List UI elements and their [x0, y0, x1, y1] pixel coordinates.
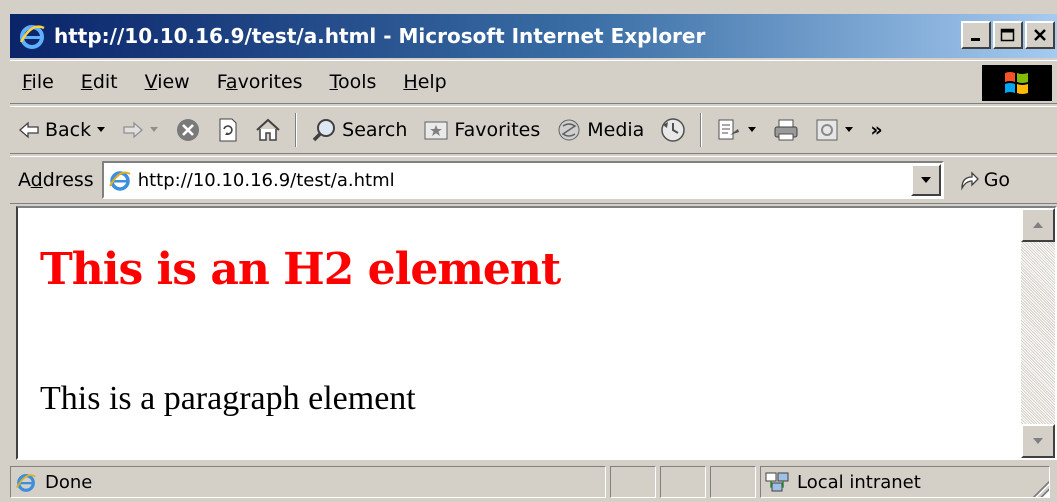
refresh-icon: [219, 118, 237, 142]
standard-toolbar: Back Search Favorites Media »: [10, 106, 1057, 154]
edit-page-icon: [816, 119, 838, 141]
status-bar: Done Local intranet: [10, 464, 1057, 500]
minimize-button[interactable]: [961, 21, 991, 49]
browser-window: http://10.10.16.9/test/a.html - Microsof…: [0, 0, 1057, 502]
forward-button[interactable]: [114, 121, 167, 139]
menu-help[interactable]: Help: [391, 71, 461, 93]
printer-icon: [774, 119, 798, 141]
scroll-up-arrow-icon: [1033, 222, 1043, 228]
status-text: Done: [45, 471, 93, 493]
scroll-down-arrow-icon: [1033, 438, 1043, 444]
close-button[interactable]: [1025, 21, 1055, 49]
menu-view[interactable]: View: [133, 71, 205, 93]
toolbar-overflow-button[interactable]: »: [862, 119, 890, 141]
close-icon: [1034, 29, 1046, 41]
dropdown-arrow-icon[interactable]: [844, 126, 854, 134]
go-arrow-icon: [961, 171, 979, 191]
dropdown-arrow-icon[interactable]: [96, 126, 106, 134]
toolbar-separator: [700, 113, 703, 147]
history-button[interactable]: [652, 117, 694, 143]
title-bar[interactable]: http://10.10.16.9/test/a.html - Microsof…: [10, 14, 1057, 58]
go-button[interactable]: Go: [958, 169, 1010, 191]
favorites-folder-icon: [424, 121, 448, 140]
status-pane: [610, 466, 656, 498]
forward-arrow-icon: [123, 121, 144, 139]
toolbar-separator: [295, 113, 298, 147]
home-icon: [256, 118, 280, 141]
ie-logo-icon: [18, 22, 46, 50]
resize-grip[interactable]: [1031, 479, 1049, 497]
address-input[interactable]: http://10.10.16.9/test/a.html: [101, 161, 944, 199]
back-arrow-icon: [19, 121, 39, 139]
address-label: Address: [18, 169, 94, 191]
status-main-pane: Done: [10, 466, 606, 498]
menu-tools[interactable]: Tools: [318, 71, 392, 93]
minimize-icon: [971, 38, 980, 41]
zone-label: Local intranet: [797, 471, 921, 493]
page-paragraph: This is a paragraph element: [40, 380, 416, 417]
maximize-icon: [1000, 28, 1015, 42]
print-button[interactable]: [765, 118, 807, 142]
dropdown-arrow-icon[interactable]: [149, 126, 159, 134]
page-ie-icon: [108, 168, 132, 192]
scroll-up-button[interactable]: [1021, 208, 1055, 242]
back-button[interactable]: Back: [10, 119, 114, 141]
scroll-down-button[interactable]: [1021, 424, 1055, 458]
intranet-zone-icon: [765, 472, 789, 492]
security-zone-pane[interactable]: Local intranet: [760, 466, 1050, 498]
status-pane: [710, 466, 756, 498]
search-button[interactable]: Search: [303, 117, 415, 143]
media-icon: [558, 119, 580, 141]
page-heading: This is an H2 element: [40, 244, 561, 295]
dropdown-arrow-icon: [920, 177, 931, 183]
dropdown-arrow-icon[interactable]: [747, 126, 757, 134]
address-dropdown-button[interactable]: [910, 164, 941, 196]
page-viewport: This is an H2 element This is a paragrap…: [16, 206, 1057, 460]
media-button[interactable]: Media: [548, 117, 652, 143]
menu-file[interactable]: File: [10, 71, 69, 93]
ie-page-icon: [16, 473, 36, 492]
menu-edit[interactable]: Edit: [69, 71, 133, 93]
menu-favorites[interactable]: Favorites: [205, 71, 318, 93]
status-pane: [660, 466, 706, 498]
refresh-button[interactable]: [209, 117, 247, 143]
history-icon: [661, 118, 686, 142]
search-icon: [312, 119, 336, 142]
address-bar: Address http://10.10.16.9/test/a.html Go: [10, 156, 1057, 204]
mail-button[interactable]: [708, 117, 765, 143]
vertical-scrollbar[interactable]: [1021, 208, 1055, 458]
window-title: http://10.10.16.9/test/a.html - Microsof…: [54, 24, 706, 48]
maximize-button[interactable]: [993, 21, 1023, 49]
favorites-button[interactable]: Favorites: [415, 118, 548, 142]
address-url: http://10.10.16.9/test/a.html: [137, 169, 395, 191]
mail-icon: [718, 119, 740, 140]
home-button[interactable]: [247, 118, 289, 142]
edit-button[interactable]: [807, 118, 862, 142]
menu-bar: File Edit View Favorites Tools Help: [10, 60, 1057, 104]
windows-logo-icon: [982, 65, 1052, 101]
page-content: This is an H2 element This is a paragrap…: [18, 208, 1023, 458]
stop-icon: [177, 119, 200, 141]
stop-button[interactable]: [167, 117, 209, 143]
